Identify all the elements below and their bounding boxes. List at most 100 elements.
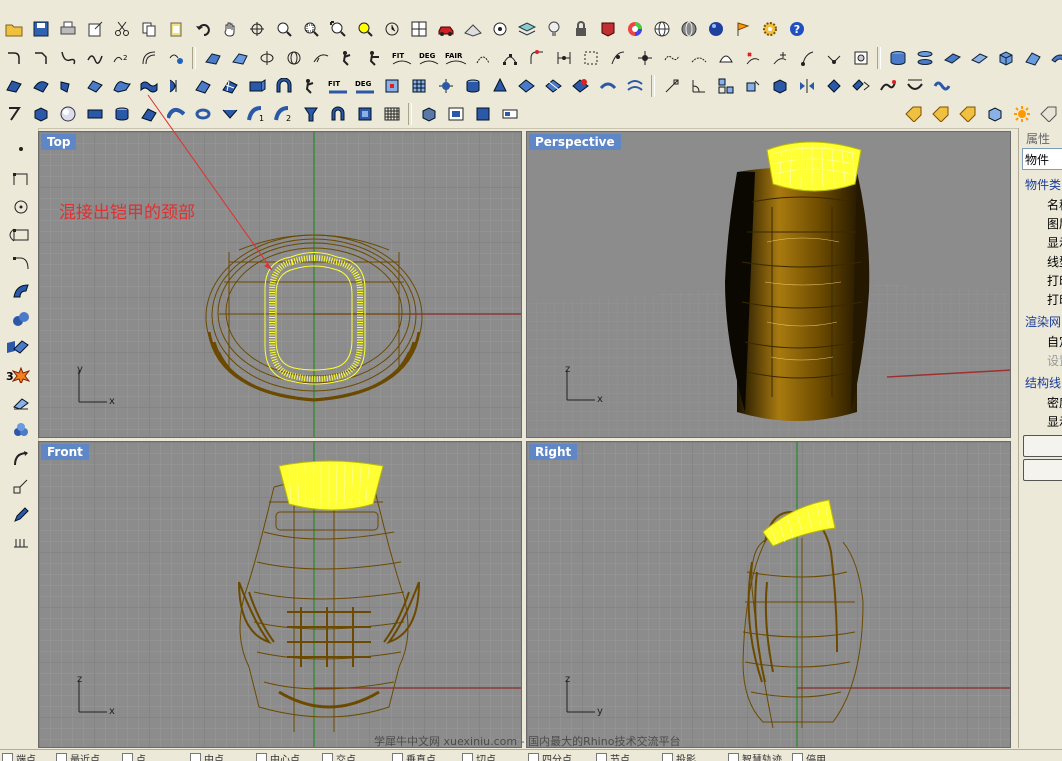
change-degree-icon[interactable] xyxy=(688,47,710,69)
solid-grid-icon[interactable] xyxy=(381,103,403,125)
render-box-icon[interactable] xyxy=(418,103,440,125)
prop-row[interactable]: 线型 xyxy=(1047,253,1062,270)
prop-row[interactable]: 打印 xyxy=(1047,291,1062,308)
insert-point-icon[interactable] xyxy=(769,47,791,69)
options-gear-icon[interactable] xyxy=(759,18,781,40)
render-cube-icon[interactable] xyxy=(984,103,1006,125)
material-tag-1-icon[interactable] xyxy=(903,103,925,125)
offset-curve-icon[interactable] xyxy=(138,47,160,69)
bounding-box-icon[interactable] xyxy=(10,392,32,414)
viewport-title[interactable]: Front xyxy=(41,444,89,460)
ungroup-icon[interactable] xyxy=(742,75,764,97)
flow-icon[interactable] xyxy=(877,75,899,97)
perspective-viewport[interactable]: z x Perspective xyxy=(526,131,1011,438)
zoom-window-icon[interactable] xyxy=(300,18,322,40)
section-render-mesh[interactable]: 渲染网 xyxy=(1025,313,1061,330)
top-viewport[interactable]: y x Top xyxy=(38,131,522,438)
orient-icon[interactable] xyxy=(850,75,872,97)
move-left-icon[interactable] xyxy=(10,476,32,498)
mirror-icon[interactable] xyxy=(796,75,818,97)
surface-rebuild-icon[interactable] xyxy=(570,75,592,97)
surface-points-icon[interactable] xyxy=(381,75,403,97)
material-tag-2-icon[interactable] xyxy=(930,103,952,125)
copy-icon[interactable] xyxy=(138,18,160,40)
adjust-seam-icon[interactable] xyxy=(607,47,629,69)
extend-curve-icon[interactable] xyxy=(165,47,187,69)
revolve-icon[interactable] xyxy=(256,47,278,69)
surface-from-curves-icon[interactable] xyxy=(202,47,224,69)
surface-network-icon[interactable] xyxy=(219,75,241,97)
surface-fit-icon[interactable]: FIT xyxy=(327,75,349,97)
solid-tool-icon[interactable] xyxy=(3,103,25,125)
paste-icon[interactable] xyxy=(165,18,187,40)
layer-icon[interactable] xyxy=(516,18,538,40)
ribbon-icon[interactable] xyxy=(1049,47,1062,69)
plane-left-icon[interactable] xyxy=(10,336,32,358)
material-tag-3-icon[interactable] xyxy=(957,103,979,125)
surface-edge-icon[interactable] xyxy=(3,75,25,97)
points-on-icon[interactable] xyxy=(499,47,521,69)
export-icon[interactable] xyxy=(84,18,106,40)
undo-icon[interactable] xyxy=(192,18,214,40)
solid-slab-icon[interactable] xyxy=(84,103,106,125)
surface-blend-icon[interactable] xyxy=(57,75,79,97)
sweep-one-rail-icon[interactable] xyxy=(310,47,332,69)
lock-icon[interactable] xyxy=(570,18,592,40)
light-bulb-icon[interactable] xyxy=(543,18,565,40)
surface-control-grid-icon[interactable] xyxy=(408,75,430,97)
render-rect-icon[interactable] xyxy=(499,103,521,125)
surface-extrude-left-icon[interactable] xyxy=(10,280,32,302)
pencil-icon[interactable] xyxy=(10,504,32,526)
blend-curve-icon[interactable] xyxy=(57,47,79,69)
render-sphere-icon[interactable] xyxy=(705,18,727,40)
surface-move-uvn-icon[interactable] xyxy=(435,75,457,97)
analysis-figure-icon[interactable] xyxy=(337,47,359,69)
surface-sweep-icon[interactable] xyxy=(111,75,133,97)
surface-degree-icon[interactable]: DEG xyxy=(354,75,376,97)
surface-arch-icon[interactable] xyxy=(273,75,295,97)
section-isocurves[interactable]: 结构线 xyxy=(1025,374,1061,391)
shape-cutout-icon[interactable] xyxy=(850,47,872,69)
undo-view-icon[interactable] xyxy=(381,18,403,40)
rebuild-curve-icon[interactable] xyxy=(472,47,494,69)
cylinder-stack-icon[interactable] xyxy=(887,47,909,69)
car-icon[interactable] xyxy=(435,18,457,40)
right-viewport[interactable]: z y Right xyxy=(526,441,1011,748)
surface-loft-icon[interactable] xyxy=(84,75,106,97)
tag-plain-icon[interactable] xyxy=(1038,103,1060,125)
four-viewports-icon[interactable] xyxy=(408,18,430,40)
render-row[interactable]: 设置 xyxy=(1047,352,1062,369)
rotate-left-icon[interactable] xyxy=(10,448,32,470)
render-frame-icon[interactable] xyxy=(445,103,467,125)
render-row[interactable]: 自定 xyxy=(1047,333,1062,350)
fair-icon[interactable]: FAIR xyxy=(445,47,467,69)
prop-row[interactable]: 图层 xyxy=(1047,215,1062,232)
surface-match-icon[interactable] xyxy=(624,75,646,97)
match-surface-icon[interactable] xyxy=(715,47,737,69)
boolean-icon[interactable] xyxy=(10,420,32,442)
bend-icon[interactable] xyxy=(904,75,926,97)
print-icon[interactable] xyxy=(57,18,79,40)
chamfer-curve-icon[interactable] xyxy=(30,47,52,69)
viewport-title[interactable]: Top xyxy=(41,134,77,150)
iso-row[interactable]: 显示 xyxy=(1047,413,1062,430)
circle-icon[interactable] xyxy=(10,196,32,218)
insert-knot-icon[interactable] xyxy=(526,47,548,69)
zoom-extents-icon[interactable] xyxy=(327,18,349,40)
fit-icon[interactable]: FIT xyxy=(391,47,413,69)
analysis-figure-surface-icon[interactable] xyxy=(300,75,322,97)
dimension-icon[interactable] xyxy=(661,75,683,97)
explode-icon[interactable] xyxy=(10,364,32,386)
section-object-type[interactable]: 物件类 xyxy=(1025,176,1061,193)
solid-sphere-icon[interactable] xyxy=(57,103,79,125)
blend-g2-icon[interactable]: 2 xyxy=(111,47,133,69)
panel-button-1[interactable] xyxy=(1023,435,1062,457)
polyline-icon[interactable] xyxy=(10,168,32,190)
panel-button-2[interactable] xyxy=(1023,459,1062,481)
solid-torus-icon[interactable] xyxy=(192,103,214,125)
loft-icon[interactable] xyxy=(229,47,251,69)
dimension-left-icon[interactable] xyxy=(10,532,32,554)
surface-cylinder-icon[interactable] xyxy=(462,75,484,97)
solid-twist-icon[interactable] xyxy=(165,103,187,125)
help-icon[interactable]: ? xyxy=(786,18,808,40)
